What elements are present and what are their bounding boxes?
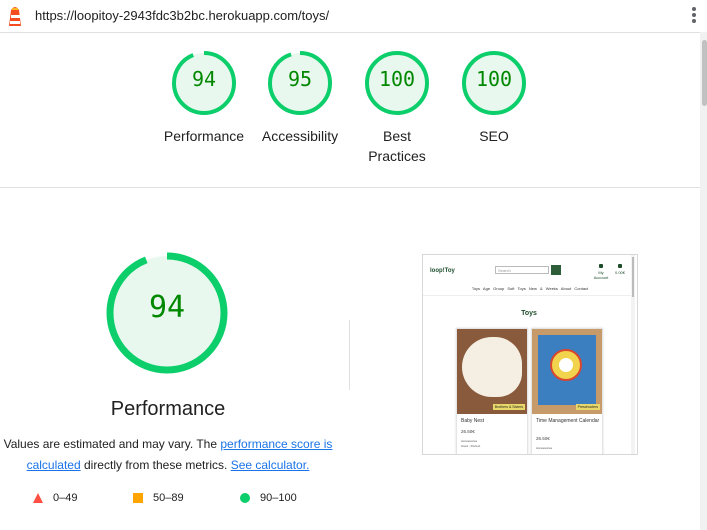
score-value: 94	[191, 67, 217, 91]
site-logo: loop!Toy	[430, 268, 455, 274]
more-options-icon[interactable]	[690, 7, 698, 25]
site-nav: Toys Age Group Soft Toys New & Weeks Abo…	[471, 286, 589, 291]
product-image	[532, 329, 602, 414]
product-category: Accessories	[461, 439, 478, 443]
orange-square-icon	[133, 493, 143, 503]
red-triangle-icon	[33, 493, 43, 503]
bag-link: 0.00€	[614, 264, 626, 275]
product-name: Time Management Calendar	[536, 418, 600, 424]
bag-total: 0.00€	[614, 270, 625, 275]
score-value: 95	[287, 67, 313, 91]
lighthouse-icon	[9, 7, 21, 26]
legend-pass: 90–100	[240, 492, 297, 504]
user-icon	[599, 264, 603, 268]
product-card: Brothers & Sisters Baby Nest 26.50€ Acce…	[456, 328, 528, 454]
legend-range: 50–89	[153, 492, 184, 504]
gauge-best-practices[interactable]: 100 Best Practices	[352, 50, 442, 166]
scrollbar-thumb[interactable]	[702, 40, 707, 106]
score-label: Performance	[163, 128, 245, 144]
search-icon	[551, 265, 561, 275]
see-calculator-link[interactable]: See calculator.	[231, 458, 310, 472]
url-text[interactable]: https://loopitoy-2943fdc3b2bc.herokuapp.…	[35, 8, 329, 23]
performance-score: 94	[148, 290, 186, 325]
address-bar: https://loopitoy-2943fdc3b2bc.herokuapp.…	[0, 0, 707, 33]
nav-divider	[423, 295, 631, 296]
product-card: Preschoolers Time Management Calendar 26…	[531, 328, 603, 454]
product-condition: Used - Perfect	[461, 444, 481, 448]
site-search-input: Search	[495, 266, 549, 274]
product-image	[457, 329, 527, 414]
product-name: Baby Nest	[461, 418, 485, 424]
gauge-performance[interactable]: 94 Performance	[160, 50, 248, 146]
scrollbar-track[interactable]	[700, 32, 707, 530]
performance-description: Values are estimated and may vary. The p…	[2, 434, 334, 476]
score-label: SEO	[479, 128, 509, 144]
account-link: My Account	[591, 264, 611, 280]
product-category: Accessories	[536, 446, 553, 450]
section-divider	[0, 187, 700, 188]
page-screenshot-thumbnail[interactable]: loop!Toy Search My Account 0.00€ Toys Ag…	[422, 254, 638, 455]
bag-icon	[618, 264, 622, 268]
product-price: 26.50€	[461, 429, 475, 434]
legend-range: 0–49	[53, 492, 78, 504]
site-heading: Toys	[521, 310, 537, 317]
legend-fail: 0–49	[33, 492, 77, 504]
product-tag: Preschoolers	[575, 404, 600, 410]
gauge-accessibility[interactable]: 95 Accessibility	[256, 50, 344, 146]
score-value: 100	[378, 67, 416, 91]
legend-average: 50–89	[133, 492, 184, 504]
description-text: Values are estimated and may vary. The	[3, 437, 221, 451]
product-tag: Brothers & Sisters	[492, 404, 525, 410]
account-label: My Account	[593, 270, 609, 280]
product-price: 26.50€	[536, 436, 550, 441]
vertical-divider	[349, 320, 350, 390]
score-label: Accessibility	[261, 128, 339, 144]
thumbnail-scroll-thumb	[632, 257, 634, 297]
score-label: Best Practices	[368, 128, 426, 164]
green-circle-icon	[240, 493, 250, 503]
description-text: directly from these metrics.	[80, 458, 231, 472]
performance-title: Performance	[110, 398, 226, 420]
score-value: 100	[475, 67, 513, 91]
legend-range: 90–100	[260, 492, 297, 504]
gauge-seo[interactable]: 100 SEO	[450, 50, 538, 146]
